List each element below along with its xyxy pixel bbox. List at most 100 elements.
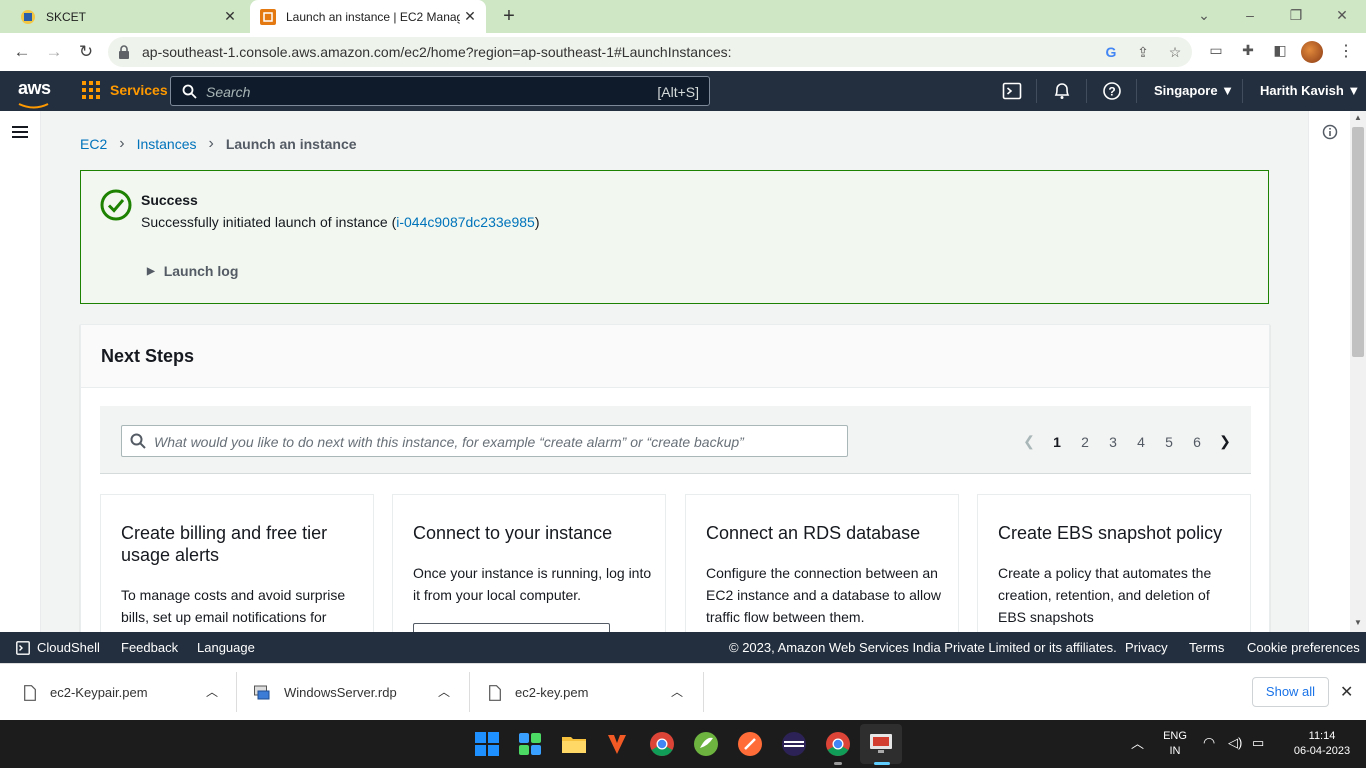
eclipse-icon[interactable] xyxy=(780,730,808,758)
download-shelf: ec2-Keypair.pem ︿ WindowsServer.rdp ︿ ec… xyxy=(0,663,1366,720)
instance-id-link[interactable]: i-044c9087dc233e985 xyxy=(396,214,535,230)
cloudshell-icon[interactable] xyxy=(1002,81,1022,101)
breadcrumb-instances[interactable]: Instances xyxy=(137,136,197,152)
info-icon[interactable] xyxy=(1322,124,1338,140)
remote-desktop-icon[interactable] xyxy=(867,730,895,758)
download-divider xyxy=(703,672,704,712)
download-item[interactable]: WindowsServer.rdp ︿ xyxy=(254,664,454,721)
next-steps-filter-input[interactable]: What would you like to do next with this… xyxy=(121,425,848,457)
chevron-up-icon[interactable]: ︿ xyxy=(206,683,218,700)
aws-logo[interactable]: aws xyxy=(18,78,51,114)
page-3[interactable]: 3 xyxy=(1099,434,1127,450)
lock-icon[interactable] xyxy=(118,45,130,59)
success-flash: Success Successfully initiated launch of… xyxy=(80,170,1269,304)
hamburger-menu-icon[interactable] xyxy=(12,125,28,139)
vlc-or-app-icon[interactable] xyxy=(603,730,631,758)
extensions-puzzle-icon[interactable]: ✚ xyxy=(1238,42,1258,62)
wifi-icon[interactable]: ◠ xyxy=(1203,735,1215,750)
footer-cookie-preferences[interactable]: Cookie preferences xyxy=(1247,640,1360,655)
widgets-icon[interactable] xyxy=(516,730,544,758)
rdp-icon xyxy=(254,685,270,699)
aws-search-input[interactable]: Search [Alt+S] xyxy=(170,76,710,106)
forward-button[interactable]: → xyxy=(42,40,66,64)
chrome-icon[interactable] xyxy=(648,730,676,758)
share-icon[interactable]: ⇪ xyxy=(1134,43,1152,61)
battery-icon[interactable]: ▭ xyxy=(1252,735,1264,750)
page-1[interactable]: 1 xyxy=(1043,434,1071,450)
footer-cloudshell[interactable]: CloudShell xyxy=(16,640,100,655)
new-tab-button[interactable]: + xyxy=(497,5,521,29)
page-scrollbar[interactable]: ▲ ▼ xyxy=(1350,111,1366,632)
footer-feedback[interactable]: Feedback xyxy=(121,640,178,655)
chrome-icon[interactable] xyxy=(824,730,852,758)
cloudshell-icon xyxy=(16,640,30,655)
scroll-down-icon[interactable]: ▼ xyxy=(1350,618,1366,627)
aws-smile-icon xyxy=(18,103,49,109)
volume-icon[interactable]: ◁) xyxy=(1228,735,1242,750)
next-page-icon[interactable]: ❯ xyxy=(1211,433,1239,450)
chevron-up-icon[interactable]: ︿ xyxy=(671,683,683,700)
notifications-bell-icon[interactable] xyxy=(1052,81,1072,101)
google-lens-icon[interactable]: G xyxy=(1102,43,1120,61)
scrollbar-thumb[interactable] xyxy=(1352,127,1364,357)
language-code: ENG xyxy=(1163,730,1187,742)
tab-title: SKCET xyxy=(46,9,87,24)
services-menu[interactable]: Services xyxy=(82,81,168,99)
footer-language[interactable]: Language xyxy=(197,640,255,655)
windows-start-icon[interactable] xyxy=(473,730,501,758)
tools-rail xyxy=(1308,111,1350,632)
services-grid-icon xyxy=(82,81,100,99)
browser-tab-strip: SKCET ✕ Launch an instance | EC2 Manage … xyxy=(0,0,1366,33)
show-hidden-icons-chevron-icon[interactable]: ︿ xyxy=(1131,736,1144,751)
profile-avatar[interactable] xyxy=(1301,41,1323,63)
card-ebs-snapshot: Create EBS snapshot policy Create a poli… xyxy=(977,494,1251,632)
page-5[interactable]: 5 xyxy=(1155,434,1183,450)
browser-menu-icon[interactable]: ⋮ xyxy=(1338,41,1354,61)
tab-skcet[interactable]: SKCET ✕ xyxy=(8,0,246,33)
show-all-downloads-button[interactable]: Show all xyxy=(1252,677,1329,707)
tab-search-chevron-icon[interactable]: ⌄ xyxy=(1181,0,1227,33)
tab-close-icon[interactable]: ✕ xyxy=(220,8,240,25)
side-panel-icon[interactable]: ◧ xyxy=(1270,42,1290,62)
minimize-button[interactable]: – xyxy=(1227,0,1273,33)
window-close-button[interactable]: ✕ xyxy=(1319,0,1365,33)
postman-icon[interactable] xyxy=(736,730,764,758)
page-2[interactable]: 2 xyxy=(1071,434,1099,450)
chevron-up-icon[interactable]: ︿ xyxy=(438,683,450,700)
help-icon[interactable]: ? xyxy=(1102,81,1122,101)
address-bar[interactable]: ap-southeast-1.console.aws.amazon.com/ec… xyxy=(108,37,1192,67)
clock-date: 06-04-2023 xyxy=(1293,745,1351,757)
cast-icon[interactable]: ▭ xyxy=(1206,42,1226,62)
account-menu[interactable]: Harith Kavish ▼ xyxy=(1260,83,1360,98)
file-explorer-icon[interactable] xyxy=(560,730,588,758)
previous-page-icon[interactable]: ❮ xyxy=(1015,433,1043,450)
page-6[interactable]: 6 xyxy=(1183,434,1211,450)
tab-launch-instance[interactable]: Launch an instance | EC2 Manage ✕ xyxy=(250,0,486,33)
input-language-indicator[interactable]: ENG IN xyxy=(1160,729,1190,759)
connect-to-instance-button[interactable] xyxy=(413,623,610,632)
reload-button[interactable]: ↻ xyxy=(74,40,98,64)
scroll-up-icon[interactable]: ▲ xyxy=(1350,113,1366,122)
tab-close-icon[interactable]: ✕ xyxy=(460,8,480,25)
search-icon xyxy=(182,84,197,99)
success-check-icon xyxy=(100,189,132,221)
bookmark-star-icon[interactable]: ☆ xyxy=(1166,43,1184,61)
breadcrumb-ec2[interactable]: EC2 xyxy=(80,136,107,152)
svg-text:?: ? xyxy=(1108,85,1115,99)
spring-tools-icon[interactable] xyxy=(692,730,720,758)
launch-log-toggle[interactable]: ▶ Launch log xyxy=(147,263,238,279)
download-item[interactable]: ec2-key.pem ︿ xyxy=(489,664,689,721)
clock[interactable]: 11:14 06-04-2023 xyxy=(1282,729,1362,759)
close-download-shelf-icon[interactable]: ✕ xyxy=(1340,682,1353,702)
region-selector[interactable]: Singapore ▼ xyxy=(1154,83,1234,98)
restore-button[interactable]: ❐ xyxy=(1273,0,1319,33)
footer-terms[interactable]: Terms xyxy=(1189,640,1224,655)
page-4[interactable]: 4 xyxy=(1127,434,1155,450)
back-button[interactable]: ← xyxy=(10,40,34,64)
nav-divider xyxy=(1086,79,1087,103)
side-nav-rail xyxy=(0,111,41,632)
nav-divider xyxy=(1036,79,1037,103)
aws-logo-text: aws xyxy=(18,78,51,98)
download-item[interactable]: ec2-Keypair.pem ︿ xyxy=(24,664,224,721)
footer-privacy[interactable]: Privacy xyxy=(1125,640,1168,655)
